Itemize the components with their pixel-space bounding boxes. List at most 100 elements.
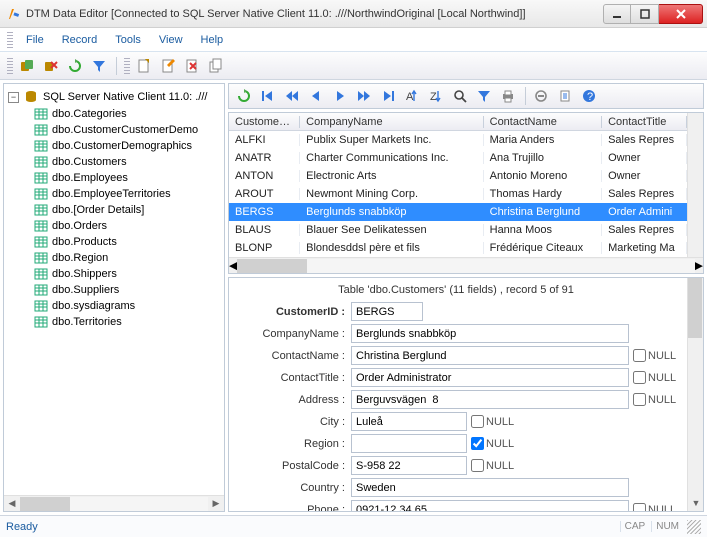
record-field: Phone :NULL	[231, 500, 681, 511]
tree-item[interactable]: dbo.CustomerDemographics	[6, 138, 222, 154]
tree-item[interactable]: dbo.Products	[6, 234, 222, 250]
tree-item-label: dbo.sysdiagrams	[52, 300, 135, 312]
last-record-button[interactable]	[377, 85, 399, 107]
copy-record-button[interactable]	[205, 55, 227, 77]
field-label: City :	[231, 416, 351, 428]
print-button[interactable]	[497, 85, 519, 107]
options-button[interactable]	[554, 85, 576, 107]
col-contactname[interactable]: ContactName	[484, 116, 602, 128]
table-icon	[34, 219, 48, 233]
prev-page-button[interactable]	[281, 85, 303, 107]
next-page-button[interactable]	[353, 85, 375, 107]
connect-button[interactable]	[16, 55, 38, 77]
cell: Ana Trujillo	[484, 152, 602, 164]
table-row[interactable]: BLAUSBlauer See DelikatessenHanna MoosSa…	[229, 221, 687, 239]
tree-item[interactable]: dbo.EmployeeTerritories	[6, 186, 222, 202]
resize-grip[interactable]	[687, 520, 701, 534]
table-row[interactable]: ANTONElectronic ArtsAntonio MorenoOwner	[229, 167, 687, 185]
delete-record-button[interactable]	[181, 55, 203, 77]
cell: Owner	[602, 152, 687, 164]
field-input[interactable]	[351, 368, 629, 387]
tree-item[interactable]: dbo.Region	[6, 250, 222, 266]
help-button[interactable]: ?	[578, 85, 600, 107]
null-checkbox[interactable]: NULL	[633, 393, 676, 406]
field-input[interactable]	[351, 324, 629, 343]
null-checkbox[interactable]: NULL	[633, 349, 676, 362]
toolbar-grip-2[interactable]	[124, 58, 130, 74]
menu-help[interactable]: Help	[193, 32, 232, 48]
sort-asc-button[interactable]: A	[401, 85, 423, 107]
cell: Publix Super Markets Inc.	[300, 134, 483, 146]
field-input[interactable]	[351, 302, 423, 321]
grid-refresh-button[interactable]	[233, 85, 255, 107]
tree-item-label: dbo.Orders	[52, 220, 107, 232]
null-checkbox[interactable]: NULL	[471, 459, 514, 472]
table-icon	[34, 171, 48, 185]
tree-panel: − SQL Server Native Client 11.0: ./// db…	[3, 83, 225, 512]
tree-item[interactable]: dbo.Shippers	[6, 266, 222, 282]
tree-item[interactable]: dbo.CustomerCustomerDemo	[6, 122, 222, 138]
tree-item[interactable]: dbo.Orders	[6, 218, 222, 234]
refresh-button[interactable]	[64, 55, 86, 77]
find-button[interactable]	[449, 85, 471, 107]
tree-item-label: dbo.Employees	[52, 172, 128, 184]
disconnect-button[interactable]	[40, 55, 62, 77]
edit-record-button[interactable]	[157, 55, 179, 77]
tree-item-label: dbo.CustomerCustomerDemo	[52, 124, 198, 136]
menubar-grip[interactable]	[7, 32, 13, 48]
grid-vscroll[interactable]	[687, 113, 703, 257]
menu-tools[interactable]: Tools	[107, 32, 149, 48]
prev-record-button[interactable]	[305, 85, 327, 107]
null-checkbox[interactable]: NULL	[471, 437, 514, 450]
grid-filter-button[interactable]	[473, 85, 495, 107]
new-record-button[interactable]	[133, 55, 155, 77]
svg-text:?: ?	[587, 91, 593, 103]
null-checkbox[interactable]: NULL	[633, 503, 676, 511]
toolbar-grip[interactable]	[7, 58, 13, 74]
tree-item[interactable]: dbo.Territories	[6, 314, 222, 330]
menu-view[interactable]: View	[151, 32, 191, 48]
grid-hscroll[interactable]: ◀▶	[229, 257, 703, 273]
record-field: ContactTitle :NULL	[231, 368, 681, 387]
filter-button[interactable]	[88, 55, 110, 77]
field-input[interactable]	[351, 456, 467, 475]
collapse-icon[interactable]: −	[8, 92, 19, 103]
col-companyname[interactable]: CompanyName	[300, 116, 483, 128]
null-checkbox[interactable]: NULL	[633, 371, 676, 384]
field-input[interactable]	[351, 434, 467, 453]
col-customerid[interactable]: CustomerID	[229, 116, 300, 128]
tree-item[interactable]: dbo.Employees	[6, 170, 222, 186]
col-contacttitle[interactable]: ContactTitle	[602, 116, 687, 128]
tree-item[interactable]: dbo.Suppliers	[6, 282, 222, 298]
first-record-button[interactable]	[257, 85, 279, 107]
field-input[interactable]	[351, 478, 629, 497]
table-row[interactable]: AROUTNewmont Mining Corp.Thomas HardySal…	[229, 185, 687, 203]
next-record-button[interactable]	[329, 85, 351, 107]
table-row[interactable]: ALFKIPublix Super Markets Inc.Maria Ande…	[229, 131, 687, 149]
app-icon	[6, 6, 22, 22]
tree-item[interactable]: dbo.Categories	[6, 106, 222, 122]
table-icon	[34, 283, 48, 297]
table-row[interactable]: BLONPBlondesddsl père et filsFrédérique …	[229, 239, 687, 257]
record-vscroll[interactable]: ▼	[687, 278, 703, 511]
tree-item[interactable]: dbo.[Order Details]	[6, 202, 222, 218]
minimize-button[interactable]	[603, 4, 631, 24]
menu-file[interactable]: File	[18, 32, 52, 48]
maximize-button[interactable]	[631, 4, 659, 24]
tree-hscroll[interactable]: ◀▶	[4, 495, 224, 511]
cell: Hanna Moos	[484, 224, 602, 236]
table-row[interactable]: ANATRCharter Communications Inc.Ana Truj…	[229, 149, 687, 167]
close-button[interactable]	[659, 4, 703, 24]
field-input[interactable]	[351, 346, 629, 365]
menu-record[interactable]: Record	[54, 32, 105, 48]
null-checkbox[interactable]: NULL	[471, 415, 514, 428]
tree-item[interactable]: dbo.Customers	[6, 154, 222, 170]
sort-desc-button[interactable]: Z	[425, 85, 447, 107]
tree-root[interactable]: − SQL Server Native Client 11.0: .///	[6, 88, 222, 106]
table-row[interactable]: BERGSBerglunds snabbköpChristina Berglun…	[229, 203, 687, 221]
field-input[interactable]	[351, 412, 467, 431]
field-input[interactable]	[351, 390, 629, 409]
stop-button[interactable]	[530, 85, 552, 107]
field-input[interactable]	[351, 500, 629, 511]
tree-item[interactable]: dbo.sysdiagrams	[6, 298, 222, 314]
